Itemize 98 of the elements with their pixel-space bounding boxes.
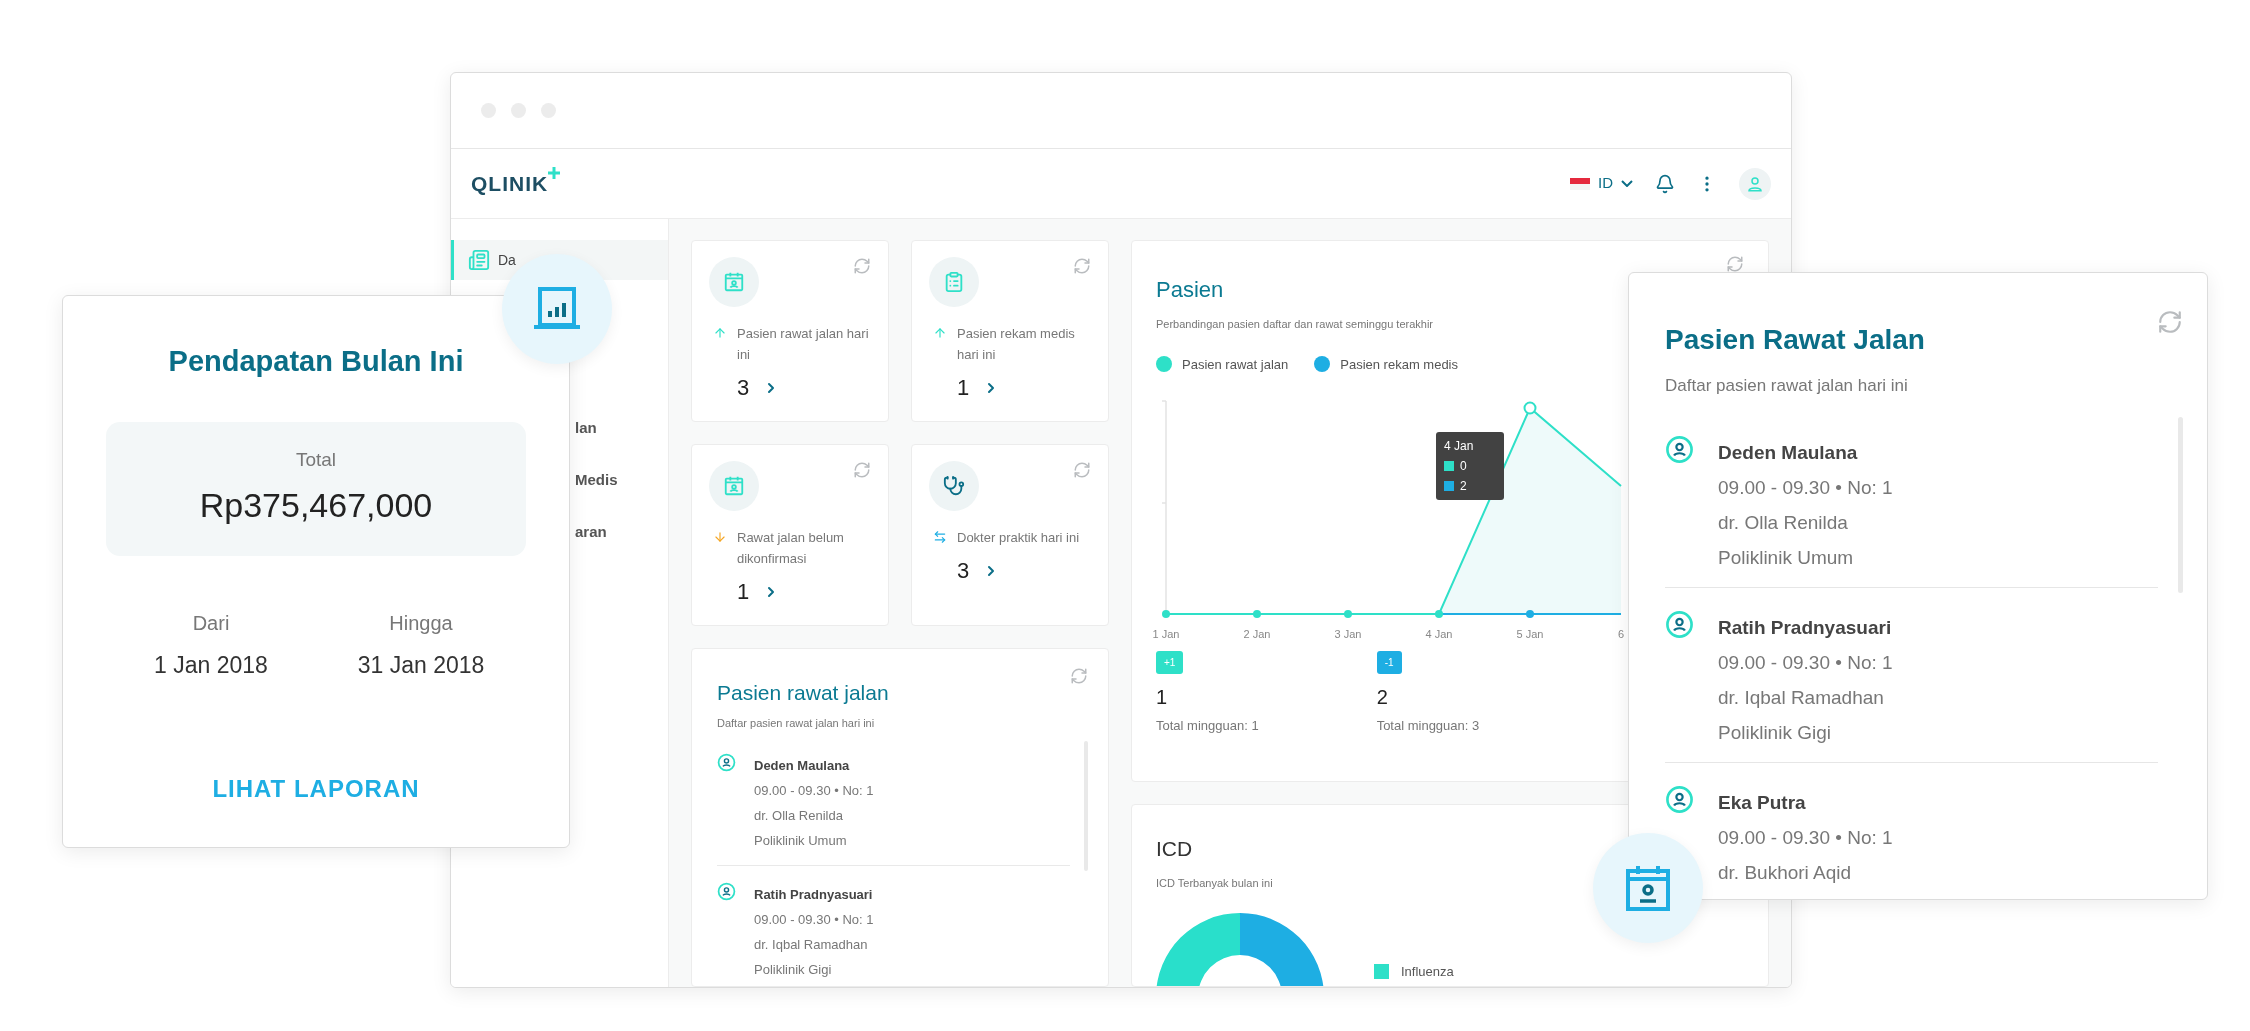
panel-title: Pasien Rawat Jalan: [1665, 323, 1925, 357]
stat-label: Pasien rekam medis hari ini: [957, 325, 1076, 364]
legend-label: Pasien rekam medis: [1340, 355, 1458, 374]
patient-name[interactable]: Eka Putra: [1718, 784, 1893, 820]
dashboard-icon: [468, 249, 490, 271]
user-circle-icon: [1665, 434, 1694, 464]
arrow-down-icon: [713, 530, 727, 544]
stat-label: Rawat jalan belum dikonfirmasi: [737, 529, 845, 568]
card-title: Pasien rawat jalan: [717, 680, 889, 706]
x-axis-label: 5 Jan: [1515, 627, 1545, 642]
user-circle-icon: [1665, 609, 1694, 639]
patient-name[interactable]: Deden Maulana: [754, 753, 874, 778]
refresh-icon[interactable]: [1726, 255, 1744, 273]
user-circle-icon: [1665, 784, 1694, 814]
weekly-total: Total mingguan: 1: [1156, 717, 1259, 735]
clipboard-icon: [943, 271, 965, 293]
swap-arrows-icon: [933, 530, 947, 544]
user-circle-icon: [717, 882, 736, 901]
appointment-time: 09.00 - 09.30 • No: 1: [1718, 475, 1893, 500]
doctor-name: dr. Iqbal Ramadhan: [754, 936, 869, 954]
stat-value: 1: [957, 374, 970, 402]
plus-icon: [548, 167, 561, 179]
data-point: [1435, 610, 1443, 618]
total-value: 2: [1376, 685, 1388, 710]
calendar-person-icon: [1626, 865, 1670, 911]
total-value: 1: [1156, 685, 1168, 710]
data-point: [1526, 610, 1534, 618]
data-point: [1162, 610, 1170, 618]
stat-label: Pasien rawat jalan hari ini: [737, 325, 870, 364]
doctor-name: dr. Olla Renilda: [754, 807, 844, 825]
sidebar-item[interactable]: aran: [575, 512, 607, 552]
clinic-name: Poliklinik Gigi: [1718, 720, 1832, 745]
language-selector[interactable]: ID: [1570, 172, 1633, 195]
clinic-name: Poliklinik Umum: [1718, 545, 1855, 570]
refresh-icon[interactable]: [2157, 309, 2183, 335]
to-date: 31 Jan 2018: [357, 650, 485, 680]
data-point: [1344, 610, 1352, 618]
legend-label: Pasien rawat jalan: [1182, 355, 1289, 374]
change-badge: +1: [1156, 651, 1184, 674]
tooltip-title: 4 Jan: [1444, 438, 1475, 455]
flag-icon: [1570, 177, 1590, 190]
logo[interactable]: QLINIK: [471, 173, 549, 194]
patient-name[interactable]: Ratih Pradnyasuari: [754, 882, 874, 907]
appointment-time: 09.00 - 09.30 • No: 1: [1718, 650, 1893, 675]
language-code: ID: [1598, 173, 1613, 194]
sidebar-item[interactable]: lan: [575, 408, 597, 448]
data-point[interactable]: [1523, 401, 1537, 415]
x-axis-label: 3 Jan: [1333, 627, 1363, 642]
refresh-icon[interactable]: [1070, 667, 1088, 685]
card-subtitle: Perbandingan pasien daftar dan rawat seminggu terakhir: [1156, 317, 1434, 332]
legend-label: Influenza: [1401, 962, 1454, 981]
x-axis-label: 4 Jan: [1424, 627, 1454, 642]
bell-icon[interactable]: [1655, 173, 1675, 194]
patient-name[interactable]: Deden Maulana: [1718, 434, 1893, 470]
refresh-icon[interactable]: [1073, 461, 1091, 479]
data-point: [1253, 610, 1261, 618]
tooltip-value: 2: [1460, 478, 1467, 495]
appointment-time: 09.00 - 09.30 • No: 1: [754, 911, 874, 929]
weekly-total: Total mingguan: 3: [1376, 717, 1480, 735]
total-amount: Rp375,467,000: [199, 485, 433, 527]
tooltip-value: 0: [1460, 458, 1467, 475]
card-title: Pendapatan Bulan Ini: [168, 344, 464, 379]
from-date: 1 Jan 2018: [154, 650, 268, 680]
stethoscope-icon: [943, 475, 965, 497]
x-axis-label: 1 Jan: [1151, 627, 1181, 642]
x-axis-label: 6: [1616, 627, 1626, 642]
stat-value: 1: [737, 578, 750, 606]
refresh-icon[interactable]: [1073, 257, 1091, 275]
from-label: Dari: [192, 610, 230, 636]
card-subtitle: Daftar pasien rawat jalan hari ini: [717, 715, 876, 731]
appointment-time: 09.00 - 09.30 • No: 1: [1718, 825, 1893, 850]
profile-button[interactable]: [1739, 167, 1771, 200]
patient-name[interactable]: Ratih Pradnyasuari: [1718, 609, 1893, 645]
appointment-time: 09.00 - 09.30 • No: 1: [754, 782, 874, 800]
sidebar-item[interactable]: Medis: [575, 460, 618, 500]
change-badge: -1: [1376, 651, 1402, 674]
stat-label: Dokter praktik hari ini: [957, 529, 1080, 547]
card-subtitle: ICD Terbanyak bulan ini: [1156, 875, 1274, 891]
stat-value: 3: [737, 374, 750, 402]
refresh-icon[interactable]: [853, 257, 871, 275]
doctor-name: dr. Iqbal Ramadhan: [1718, 685, 1885, 710]
calendar-person-icon: [723, 475, 745, 497]
panel-subtitle: Daftar pasien rawat jalan hari ini: [1665, 375, 1909, 397]
doctor-name: dr. Olla Renilda: [1718, 510, 1849, 535]
clinic-name: Poliklinik Umum: [754, 832, 848, 850]
clinic-name: Poliklinik Gigi: [754, 961, 833, 979]
card-title: Pasien: [1156, 276, 1224, 304]
user-circle-icon: [717, 753, 736, 772]
refresh-icon[interactable]: [853, 461, 871, 479]
chevron-down-icon: [1621, 180, 1633, 187]
stat-value: 3: [957, 557, 970, 585]
total-label: Total: [295, 447, 337, 472]
user-icon: [1746, 174, 1764, 193]
chart-monitor-icon: [534, 287, 580, 331]
calendar-person-icon: [723, 271, 745, 293]
doctor-name: dr. Bukhori Aqid: [1718, 860, 1853, 885]
x-axis-label: 2 Jan: [1242, 627, 1272, 642]
to-label: Hingga: [389, 610, 453, 636]
